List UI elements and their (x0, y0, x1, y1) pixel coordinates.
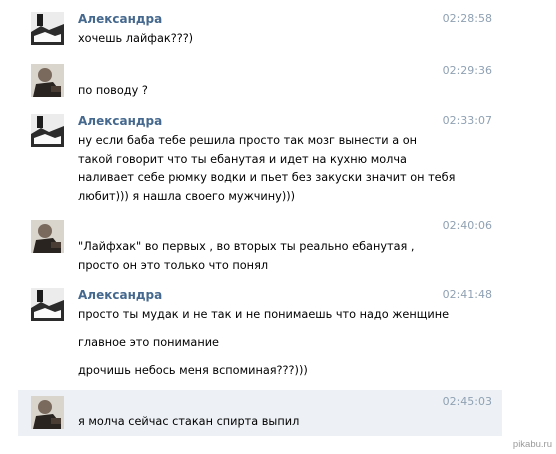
message-text: просто ты мудак и не так и не понимаешь … (78, 308, 450, 321)
message-text: просто он это только что понял (78, 259, 269, 272)
message-author[interactable]: Александра (78, 114, 162, 128)
male-avatar[interactable] (31, 396, 64, 429)
message-time: 02:29:36 (442, 64, 492, 77)
message-text: дрочишь небось меня вспоминая???))) (78, 364, 308, 377)
alexandra-avatar[interactable] (31, 114, 64, 147)
alexandra-avatar[interactable] (31, 288, 64, 321)
message-text: я молча сейчас стакан спирта выпил (78, 415, 300, 428)
message-text: ну если баба тебе решила просто так мозг… (78, 134, 418, 147)
message-time: 02:40:06 (442, 219, 492, 232)
message-text: главное это понимание (78, 336, 220, 349)
message-author[interactable]: Александра (78, 12, 162, 26)
message-text: "Лайфхак" во первых , во вторых ты реаль… (78, 240, 415, 253)
message-text: по поводу ? (78, 84, 148, 97)
message-time: 02:28:58 (442, 12, 492, 25)
message-time: 02:45:03 (442, 395, 492, 408)
message-author[interactable]: Александра (78, 288, 162, 302)
message-text: такой говорит что ты ебанутая и идет на … (78, 153, 407, 166)
watermark: pikabu.ru (512, 439, 552, 450)
message-time: 02:41:48 (442, 288, 492, 301)
message-text: хочешь лайфак???) (78, 32, 194, 45)
male-avatar[interactable] (31, 64, 64, 97)
message-text: любит))) я нашла своего мужчину))) (78, 190, 296, 203)
alexandra-avatar[interactable] (31, 12, 64, 45)
message-time: 02:33:07 (442, 114, 492, 127)
message-text: наливает себе рюмку водки и пьет без зак… (78, 171, 456, 184)
male-avatar[interactable] (31, 220, 64, 253)
